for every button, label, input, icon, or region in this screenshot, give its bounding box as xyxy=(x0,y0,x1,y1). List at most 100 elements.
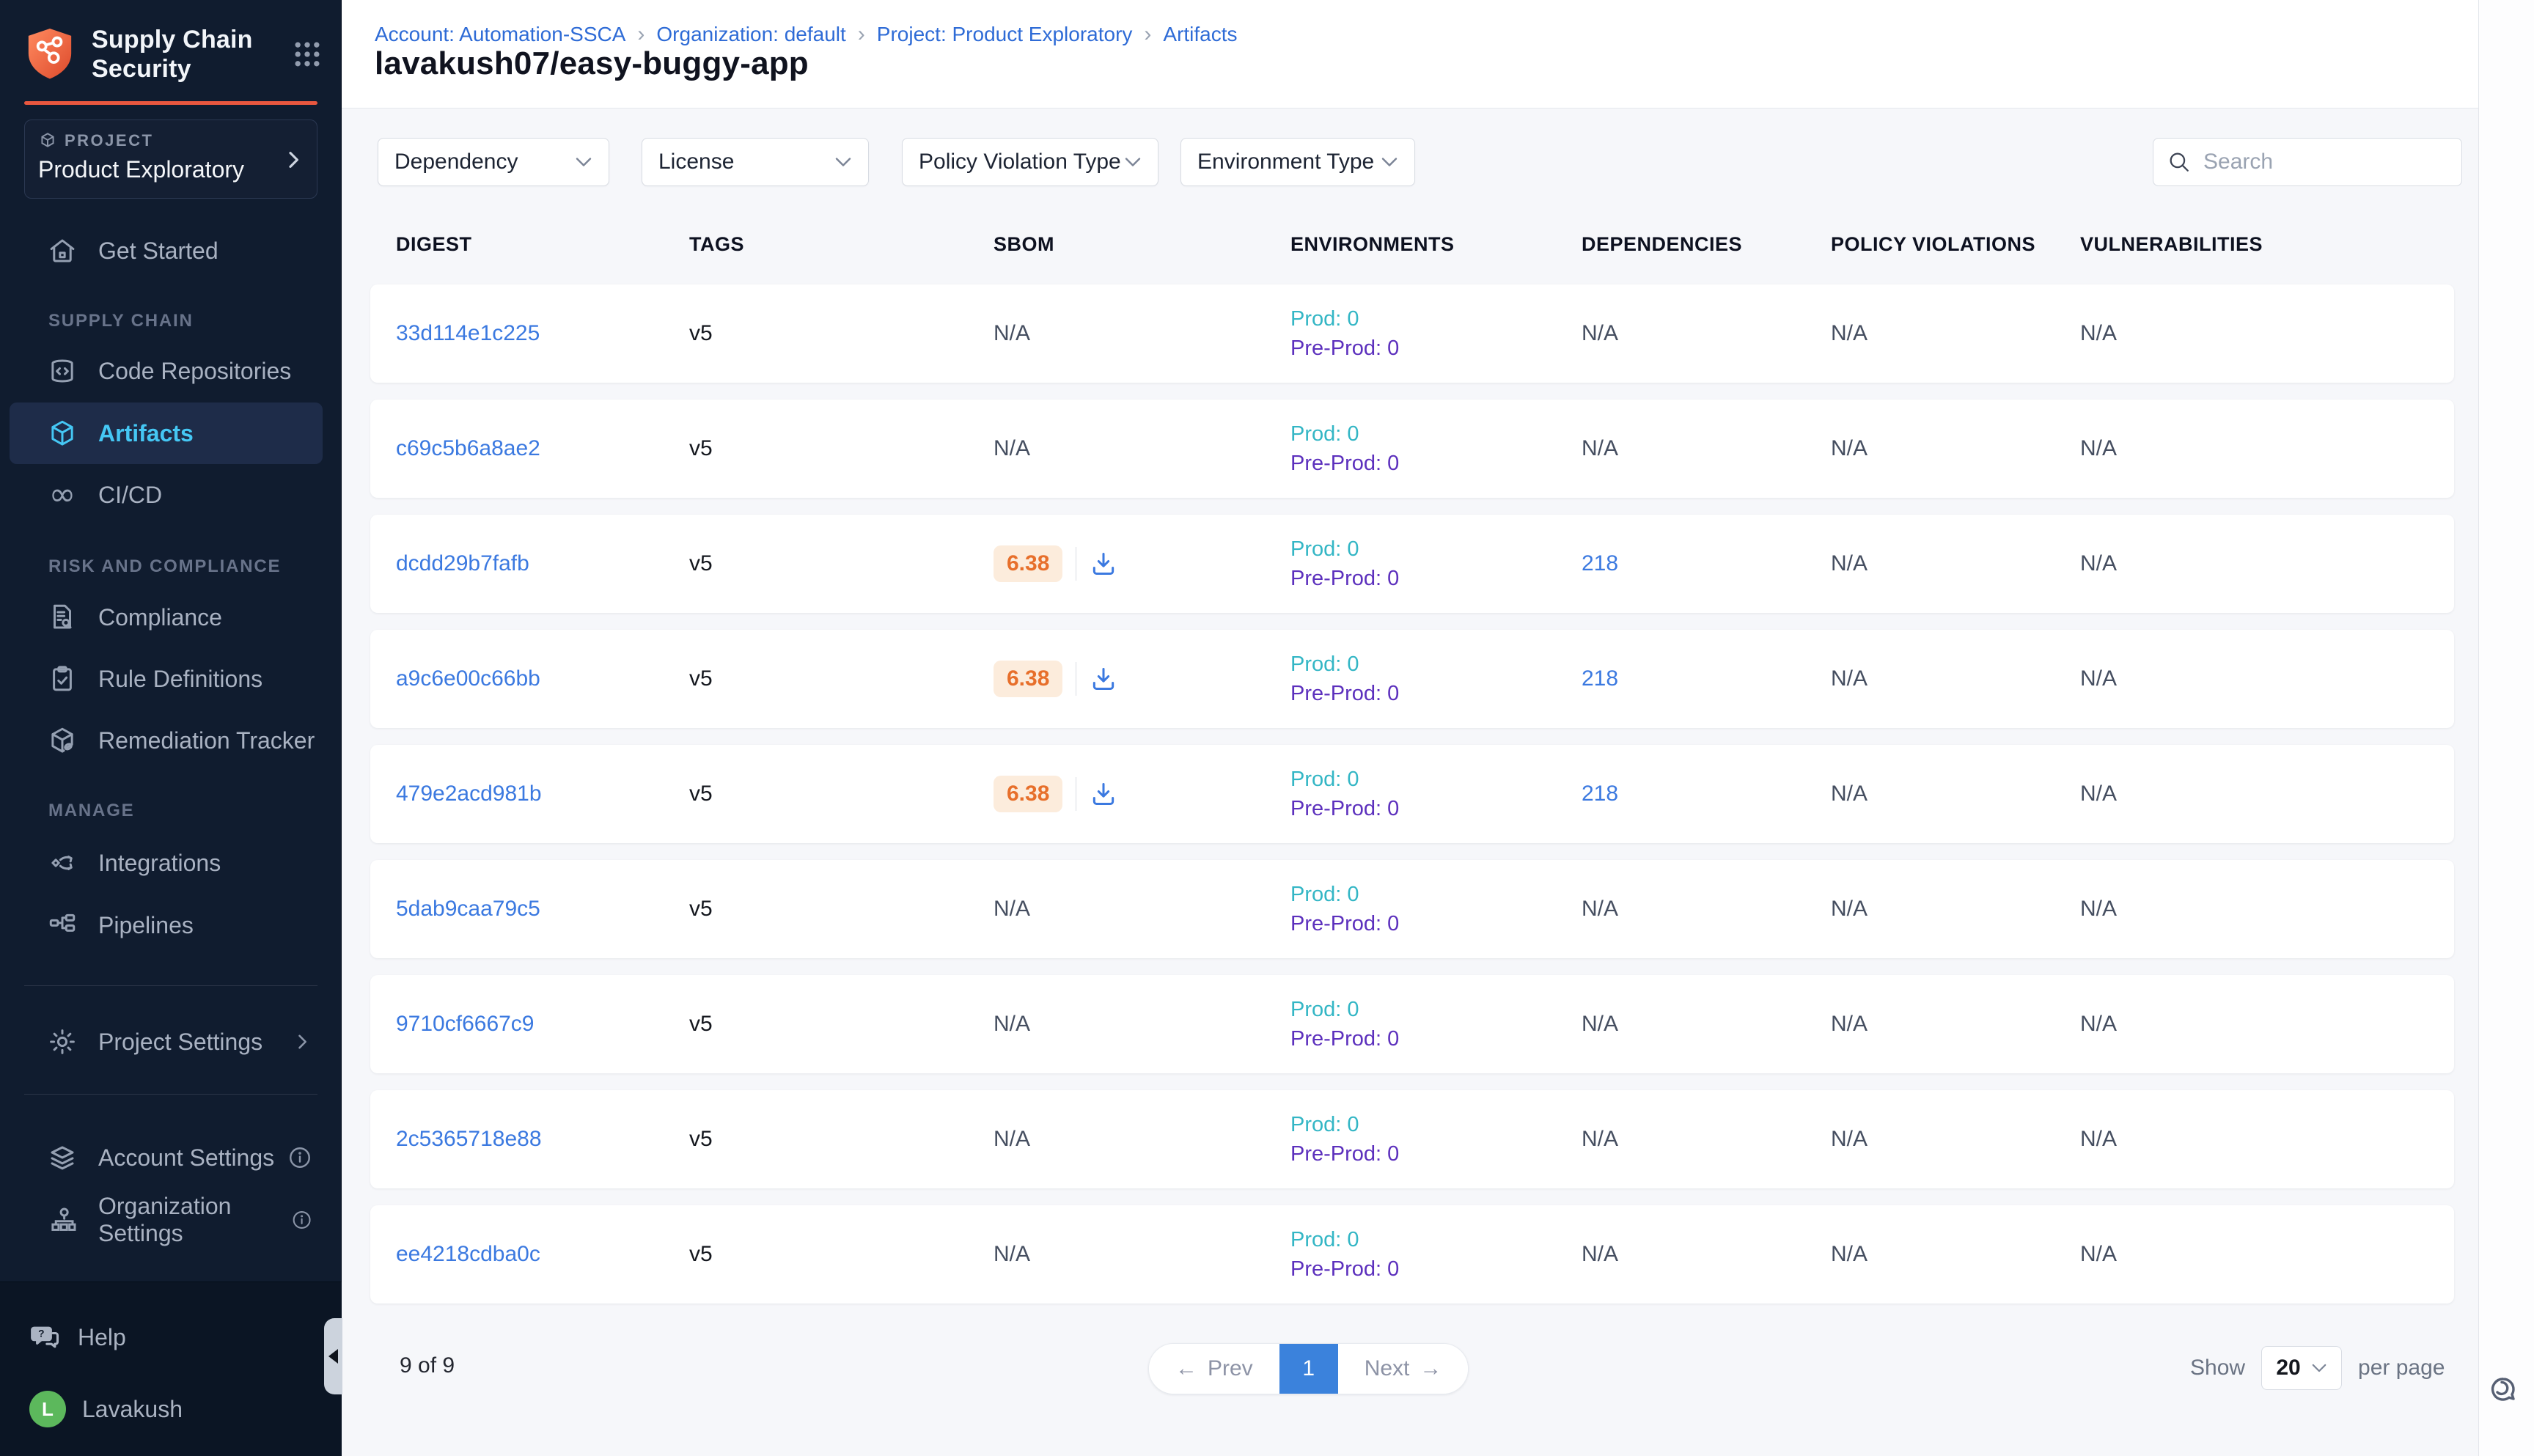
breadcrumb: Account: Automation-SSCA › Organization:… xyxy=(375,22,1238,47)
sidebar-item-integrations[interactable]: Integrations xyxy=(0,832,342,894)
column-header-vulnerabilities: VULNERABILITIES xyxy=(2080,233,2454,256)
dropdown-label: License xyxy=(658,150,734,174)
digest-cell: c69c5b6a8ae2 xyxy=(396,436,689,461)
dependencies-link[interactable]: 218 xyxy=(1582,666,1618,691)
chevron-right-icon xyxy=(282,148,305,172)
pagination-summary: 9 of 9 xyxy=(400,1353,455,1378)
env-prod-count: Prod: 0 xyxy=(1290,1110,1582,1139)
artifacts-cube-icon xyxy=(47,418,78,449)
digest-link[interactable]: dcdd29b7fafb xyxy=(396,551,529,576)
next-page-button[interactable]: Next → xyxy=(1338,1344,1469,1394)
layers-icon xyxy=(47,1142,78,1173)
sidebar-item-label: Account Settings xyxy=(98,1144,274,1172)
main-area: Account: Automation-SSCA › Organization:… xyxy=(342,0,2478,1456)
info-icon[interactable] xyxy=(287,1145,312,1170)
digest-link[interactable]: 479e2acd981b xyxy=(396,782,542,806)
gear-icon xyxy=(47,1026,78,1057)
search-input[interactable] xyxy=(2203,150,2445,174)
info-icon[interactable] xyxy=(291,1207,312,1232)
sbom-cell: N/A xyxy=(994,436,1290,461)
sbom-cell: N/A xyxy=(994,1012,1290,1037)
license-filter-dropdown[interactable]: License xyxy=(642,138,869,186)
table-row: 2c5365718e88v5N/A Prod: 0 Pre-Prod: 0 N/… xyxy=(370,1090,2454,1188)
code-repository-icon xyxy=(47,356,78,386)
digest-cell: ee4218cdba0c xyxy=(396,1242,689,1267)
help-button[interactable]: ? Help xyxy=(0,1312,342,1363)
sidebar-item-pipelines[interactable]: Pipelines xyxy=(0,894,342,956)
digest-link[interactable]: 2c5365718e88 xyxy=(396,1127,542,1151)
sidebar-item-label: Pipelines xyxy=(98,912,194,939)
environments-cell: Prod: 0 Pre-Prod: 0 xyxy=(1290,419,1582,478)
column-header-digest: DIGEST xyxy=(396,233,689,256)
sbom-download-icon[interactable] xyxy=(1090,550,1117,578)
clipboard-check-icon xyxy=(47,663,78,694)
digest-link[interactable]: 5dab9caa79c5 xyxy=(396,897,540,921)
env-preprod-count: Pre-Prod: 0 xyxy=(1290,1139,1582,1169)
dropdown-label: Environment Type xyxy=(1197,150,1374,174)
sidebar-item-artifacts[interactable]: Artifacts xyxy=(10,402,323,464)
page-header: Account: Automation-SSCA › Organization:… xyxy=(342,0,2478,109)
sbom-download-icon[interactable] xyxy=(1090,665,1117,693)
env-prod-count: Prod: 0 xyxy=(1290,650,1582,679)
digest-link[interactable]: ee4218cdba0c xyxy=(396,1242,540,1266)
environments-cell: Prod: 0 Pre-Prod: 0 xyxy=(1290,1225,1582,1284)
svg-text:?: ? xyxy=(38,1328,44,1339)
page-number-button[interactable]: 1 xyxy=(1279,1344,1338,1394)
user-menu[interactable]: L Lavakush xyxy=(0,1383,342,1435)
chevron-down-icon xyxy=(575,156,592,168)
page-size-control: Show 20 per page xyxy=(2190,1344,2445,1392)
breadcrumb-account[interactable]: Account: Automation-SSCA xyxy=(375,23,625,46)
sbom-cell: N/A xyxy=(994,321,1290,346)
sidebar-collapse-handle[interactable] xyxy=(324,1318,342,1394)
module-switcher-grid-icon[interactable] xyxy=(291,38,323,70)
sidebar-item-remediation-tracker[interactable]: Remediation Tracker xyxy=(0,710,342,771)
sidebar-item-code-repositories[interactable]: Code Repositories xyxy=(0,340,342,402)
prev-page-button[interactable]: ← Prev xyxy=(1149,1344,1279,1394)
chat-support-icon[interactable] xyxy=(2489,1372,2524,1408)
page-size-select[interactable]: 20 xyxy=(2261,1346,2342,1390)
sidebar-item-account-settings[interactable]: Account Settings xyxy=(0,1127,342,1188)
vulnerabilities-cell: N/A xyxy=(2080,1012,2454,1037)
digest-link[interactable]: 9710cf6667c9 xyxy=(396,1012,535,1036)
dependency-filter-dropdown[interactable]: Dependency xyxy=(378,138,609,186)
digest-link[interactable]: 33d114e1c225 xyxy=(396,321,540,345)
env-prod-count: Prod: 0 xyxy=(1290,534,1582,564)
sbom-download-icon[interactable] xyxy=(1090,780,1117,808)
app-root: Supply Chain Security PROJECT Product Ex… xyxy=(0,0,2534,1456)
chevron-down-icon xyxy=(1381,156,1398,168)
dependencies-cell: N/A xyxy=(1582,1127,1831,1152)
dependencies-link[interactable]: 218 xyxy=(1582,551,1618,576)
sidebar-footer: ? Help L Lavakush xyxy=(0,1282,342,1456)
table-row: dcdd29b7fafbv5 6.38 Prod: 0 Pre-Prod: 0 … xyxy=(370,515,2454,613)
policy-violations-cell: N/A xyxy=(1831,321,2080,346)
pagination: ← Prev 1 Next → xyxy=(1148,1343,1469,1394)
breadcrumb-project[interactable]: Project: Product Exploratory xyxy=(877,23,1133,46)
policy-violation-type-filter-dropdown[interactable]: Policy Violation Type xyxy=(902,138,1158,186)
dependencies-link[interactable]: 218 xyxy=(1582,782,1618,806)
sidebar: Supply Chain Security PROJECT Product Ex… xyxy=(0,0,342,1456)
vulnerabilities-cell: N/A xyxy=(2080,1127,2454,1152)
project-selector[interactable]: PROJECT Product Exploratory xyxy=(24,120,317,199)
sidebar-item-project-settings[interactable]: Project Settings xyxy=(0,1011,342,1073)
sidebar-item-compliance[interactable]: Compliance xyxy=(0,587,342,648)
column-header-tags: TAGS xyxy=(689,233,994,256)
vulnerabilities-cell: N/A xyxy=(2080,1242,2454,1267)
digest-link[interactable]: c69c5b6a8ae2 xyxy=(396,436,540,460)
env-prod-count: Prod: 0 xyxy=(1290,304,1582,334)
digest-cell: 2c5365718e88 xyxy=(396,1127,689,1152)
breadcrumb-artifacts[interactable]: Artifacts xyxy=(1163,23,1237,46)
sidebar-item-rule-definitions[interactable]: Rule Definitions xyxy=(0,648,342,710)
environments-cell: Prod: 0 Pre-Prod: 0 xyxy=(1290,534,1582,593)
digest-link[interactable]: a9c6e00c66bb xyxy=(396,666,540,691)
breadcrumb-organization[interactable]: Organization: default xyxy=(656,23,845,46)
dependencies-cell: 218 xyxy=(1582,551,1831,576)
tags-cell: v5 xyxy=(689,436,994,461)
environment-type-filter-dropdown[interactable]: Environment Type xyxy=(1180,138,1415,186)
digest-cell: a9c6e00c66bb xyxy=(396,666,689,691)
env-preprod-count: Pre-Prod: 0 xyxy=(1290,909,1582,938)
digest-cell: dcdd29b7fafb xyxy=(396,551,689,576)
sidebar-item-cicd[interactable]: ∞ CI/CD xyxy=(0,464,342,526)
sidebar-item-organization-settings[interactable]: Organization Settings xyxy=(0,1189,342,1251)
sidebar-item-label: Rule Definitions xyxy=(98,666,262,693)
sidebar-item-get-started[interactable]: Get Started xyxy=(0,220,342,282)
